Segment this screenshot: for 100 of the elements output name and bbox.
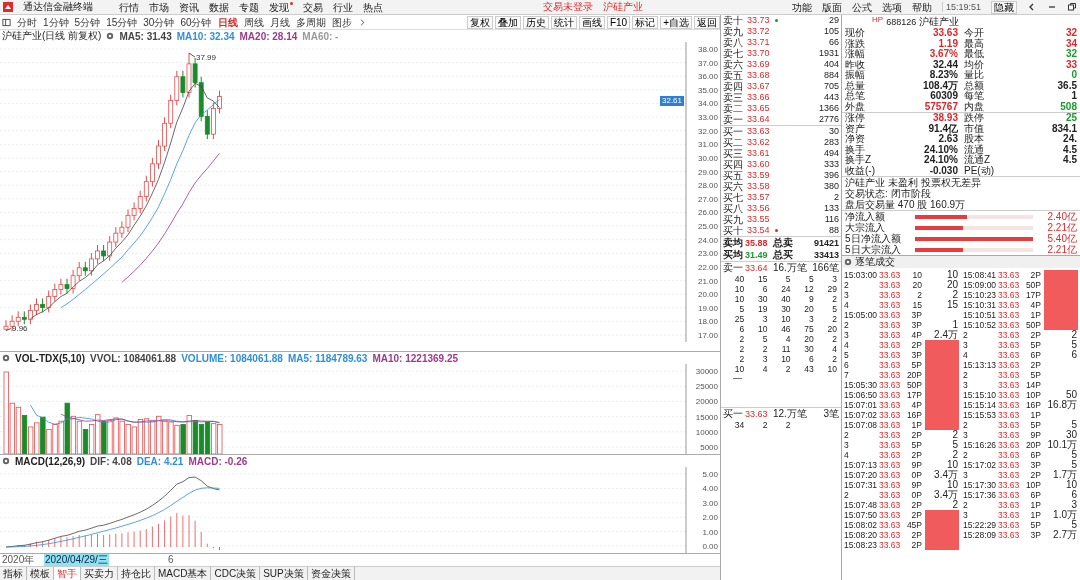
- period-tab[interactable]: 月线: [269, 15, 290, 29]
- chart-tool-button[interactable]: 统计: [550, 15, 577, 29]
- order-price: 33.60: [747, 159, 771, 170]
- menu-item[interactable]: 数据: [209, 0, 229, 14]
- menu-item[interactable]: 帮助: [911, 0, 932, 14]
- menu-item[interactable]: 选项: [881, 0, 902, 14]
- indicator-tab[interactable]: 资金决策: [307, 567, 355, 580]
- axis-label: 15000: [695, 412, 718, 422]
- trade-volume: 2P: [1029, 270, 1041, 280]
- chart-tool-button[interactable]: 画线: [578, 15, 605, 29]
- settings-icon[interactable]: [106, 32, 115, 40]
- period-tab[interactable]: 日线: [217, 15, 238, 29]
- trade-price: 33.63: [998, 450, 1021, 460]
- field-label: 涨停: [845, 113, 865, 124]
- field-label: 最高: [964, 38, 984, 49]
- period-tab[interactable]: 多周期: [295, 15, 326, 29]
- trade-volume: 1P: [1029, 510, 1041, 520]
- chart-tool-button[interactable]: 返回: [694, 15, 720, 29]
- trade-volume: 2P: [910, 540, 922, 550]
- menu-item[interactable]: 行业: [333, 0, 353, 14]
- trade-volume: 5P: [910, 440, 922, 450]
- queue-end-mark: —: [733, 373, 742, 383]
- period-tab[interactable]: 5分钟: [74, 15, 101, 29]
- settings-icon[interactable]: [844, 258, 852, 266]
- settings-icon[interactable]: [2, 354, 10, 362]
- menu-item[interactable]: 版面: [821, 0, 842, 14]
- indicator-value: DEA: 4.21: [136, 455, 184, 467]
- order-price: 33.55: [747, 214, 771, 225]
- trade-price: 33.63: [998, 370, 1021, 380]
- trade-price: 33.63: [998, 430, 1021, 440]
- summary-price: 35.88: [745, 237, 769, 249]
- axis-label: 3.00: [702, 498, 718, 508]
- axis-label: 22.00: [697, 262, 718, 272]
- indicator-tab[interactable]: MACD基本: [155, 567, 212, 580]
- trade-volume: 6P: [1029, 490, 1041, 500]
- trade-time: 4: [844, 300, 850, 310]
- trade-price: 33.63: [879, 410, 902, 420]
- period-tab[interactable]: 图步: [331, 15, 352, 29]
- order-volume: 29: [828, 15, 839, 26]
- indicator-tab[interactable]: SUP决策: [260, 567, 308, 580]
- axis-label: 19.00: [697, 303, 718, 313]
- menu-item[interactable]: 资讯: [179, 0, 199, 14]
- menu-item[interactable]: 公式: [851, 0, 872, 14]
- queue-order: 20: [803, 304, 814, 314]
- field-value: 32: [1065, 49, 1077, 60]
- trade-note: 10.1万: [1046, 440, 1078, 450]
- chart-tool-button[interactable]: F10: [606, 15, 631, 29]
- queue-order: 2: [738, 344, 745, 354]
- period-tab[interactable]: 60分钟: [180, 15, 212, 29]
- indicator-tab[interactable]: 智手: [54, 567, 81, 580]
- trade-time: 15:03:00: [844, 270, 879, 280]
- menu-item[interactable]: 发现: [269, 0, 293, 14]
- axis-label: 25.00: [697, 222, 718, 232]
- trade-price: 33.63: [879, 450, 902, 460]
- indicator-tab[interactable]: 持仓比: [118, 567, 155, 580]
- indicator-tab[interactable]: CDC决策: [211, 567, 261, 580]
- hide-button[interactable]: 隐藏: [991, 0, 1017, 14]
- order-level-label: 买六: [723, 181, 744, 192]
- chart-tool-button[interactable]: 历史: [522, 15, 549, 29]
- chart-tool-button[interactable]: 叠加: [494, 15, 521, 29]
- trade-volume: 3P: [910, 320, 922, 330]
- menu-item[interactable]: 交易: [303, 0, 323, 14]
- period-tab[interactable]: 30分钟: [143, 15, 175, 29]
- trade-price: 33.63: [998, 340, 1021, 350]
- leader-line: [188, 52, 196, 58]
- period-tab[interactable]: 15分钟: [106, 15, 138, 29]
- chart-tool-button[interactable]: +自选: [660, 15, 692, 29]
- queue-order: 2: [831, 334, 837, 344]
- trade-note: 10: [945, 460, 959, 470]
- menu-item[interactable]: 热点: [363, 0, 383, 14]
- chart-tool-button[interactable]: 复权: [466, 15, 493, 29]
- axis-label: 32.00: [697, 126, 718, 136]
- menu-item[interactable]: 功能: [791, 0, 812, 14]
- cursor-date-label: 2020/04/29/三: [44, 554, 109, 566]
- period-tab[interactable]: 分时: [17, 15, 37, 29]
- trade-price: 33.63: [998, 390, 1021, 400]
- trade-price: 33.63: [998, 460, 1021, 470]
- period-tab[interactable]: 1分钟: [43, 15, 69, 29]
- order-level-label: 买七: [723, 192, 744, 203]
- trade-time: 15:08:20: [844, 530, 879, 540]
- order-level-label: 卖七: [723, 48, 744, 59]
- settings-icon[interactable]: [2, 457, 10, 465]
- menu-item[interactable]: 行情: [119, 0, 139, 14]
- chart-tool-button[interactable]: 标记: [632, 15, 659, 29]
- menu-item[interactable]: 市场: [149, 0, 169, 14]
- axis-label: 5.00: [702, 470, 718, 479]
- panel-toggle-icon[interactable]: [2, 17, 11, 27]
- menu-item[interactable]: 专题: [239, 0, 259, 14]
- summary-label: 卖均: [723, 237, 744, 249]
- trade-time: 6: [844, 360, 850, 370]
- info-note: 盘后交易量 470 股 160.9万: [845, 199, 966, 210]
- restore-icon[interactable]: [1067, 2, 1077, 12]
- order-volume: 884: [822, 70, 839, 81]
- axis-label: 29.00: [697, 167, 718, 177]
- trade-time: 2: [963, 500, 969, 510]
- indicator-tab[interactable]: 指标: [0, 567, 27, 580]
- trade-note: 2.4万: [933, 330, 959, 340]
- indicator-tab[interactable]: 买卖力: [81, 567, 118, 580]
- period-tab[interactable]: 周线: [243, 15, 264, 29]
- field-value: 25: [1065, 113, 1077, 124]
